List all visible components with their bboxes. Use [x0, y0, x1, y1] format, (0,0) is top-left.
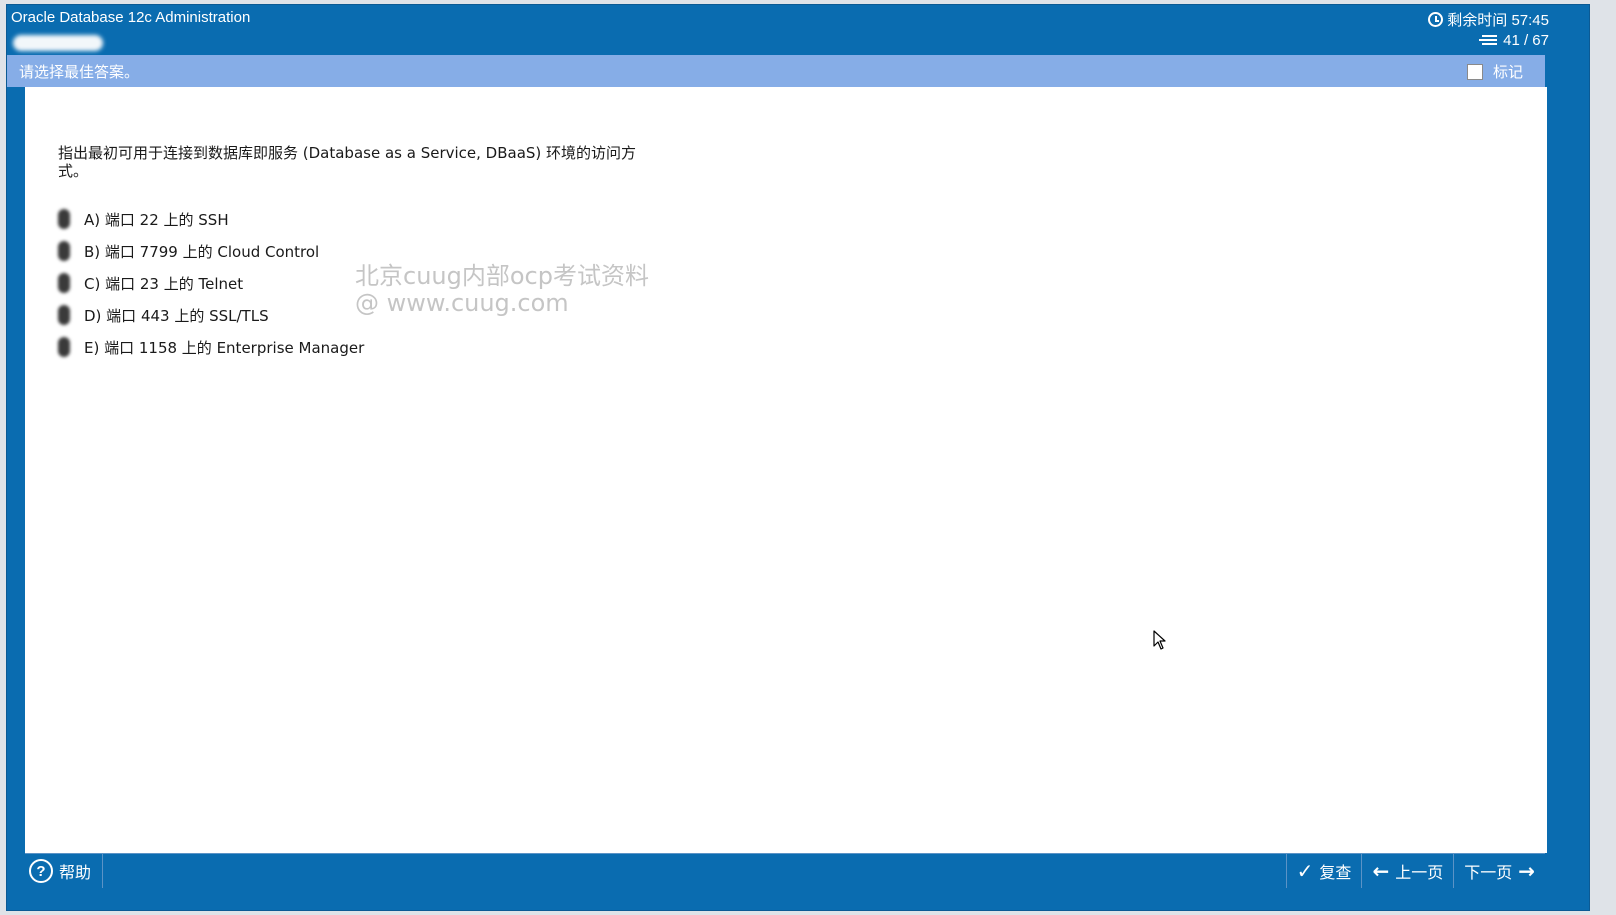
radio-button[interactable] — [58, 241, 70, 261]
option-label[interactable]: A) 端口 22 上的 SSH — [84, 209, 229, 230]
help-label: 帮助 — [59, 863, 92, 882]
check-icon: ✓ — [1296, 859, 1314, 883]
option-b[interactable]: B) 端口 7799 上的 Cloud Control — [58, 235, 364, 267]
exam-window: Oracle Database 12c Administration 剩余时间 … — [6, 4, 1590, 911]
question-progress: 41 / 67 — [1479, 32, 1549, 49]
list-icon — [1479, 35, 1498, 46]
progress-label: 41 / 67 — [1503, 32, 1549, 49]
previous-label: 上一页 — [1395, 863, 1444, 882]
help-button[interactable]: ? 帮助 — [25, 854, 103, 888]
redacted-username — [13, 35, 103, 51]
timer-label: 剩余时间 57:45 — [1447, 12, 1549, 29]
instruction-text: 请选择最佳答案。 — [19, 63, 140, 81]
app-title: Oracle Database 12c Administration — [11, 9, 251, 26]
question-panel: 指出最初可用于连接到数据库即服务 (Database as a Service,… — [25, 87, 1547, 853]
arrow-right-icon: → — [1518, 859, 1535, 883]
option-a[interactable]: A) 端口 22 上的 SSH — [58, 203, 364, 235]
instruction-bar: 请选择最佳答案。 标记 — [7, 55, 1545, 87]
review-button[interactable]: ✓ 复查 — [1285, 854, 1362, 888]
review-label: 复查 — [1319, 863, 1352, 882]
mouse-cursor-icon — [1153, 630, 1166, 650]
radio-button[interactable] — [58, 273, 70, 293]
watermark-line-2: @ www.cuug.com — [355, 289, 569, 317]
help-icon: ? — [29, 859, 53, 883]
option-label[interactable]: E) 端口 1158 上的 Enterprise Manager — [84, 337, 364, 358]
option-label[interactable]: C) 端口 23 上的 Telnet — [84, 273, 243, 294]
next-label: 下一页 — [1464, 863, 1513, 882]
radio-button[interactable] — [58, 337, 70, 357]
title-bar: Oracle Database 12c Administration 剩余时间 … — [7, 5, 1589, 55]
mark-checkbox[interactable] — [1467, 64, 1483, 80]
option-label[interactable]: D) 端口 443 上的 SSL/TLS — [84, 305, 269, 326]
time-remaining: 剩余时间 57:45 — [1428, 9, 1549, 30]
bottom-toolbar: ? 帮助 ✓ 复查 ← 上一页 下一页 → — [25, 853, 1545, 889]
answer-options: A) 端口 22 上的 SSH B) 端口 7799 上的 Cloud Cont… — [58, 203, 364, 363]
option-label[interactable]: B) 端口 7799 上的 Cloud Control — [84, 241, 319, 262]
option-e[interactable]: E) 端口 1158 上的 Enterprise Manager — [58, 331, 364, 363]
watermark: 北京cuug内部ocp考试资料 @ www.cuug.com — [355, 263, 649, 317]
watermark-line-1: 北京cuug内部ocp考试资料 — [355, 262, 649, 290]
next-button[interactable]: 下一页 → — [1453, 854, 1545, 888]
clock-icon — [1428, 12, 1444, 27]
question-text: 指出最初可用于连接到数据库即服务 (Database as a Service,… — [58, 144, 637, 180]
option-c[interactable]: C) 端口 23 上的 Telnet — [58, 267, 364, 299]
arrow-left-icon: ← — [1372, 859, 1390, 883]
previous-button[interactable]: ← 上一页 — [1361, 854, 1453, 888]
radio-button[interactable] — [58, 209, 70, 229]
radio-button[interactable] — [58, 305, 70, 325]
mark-label[interactable]: 标记 — [1493, 61, 1523, 82]
option-d[interactable]: D) 端口 443 上的 SSL/TLS — [58, 299, 364, 331]
navigation-buttons: ✓ 复查 ← 上一页 下一页 → — [1285, 854, 1545, 888]
